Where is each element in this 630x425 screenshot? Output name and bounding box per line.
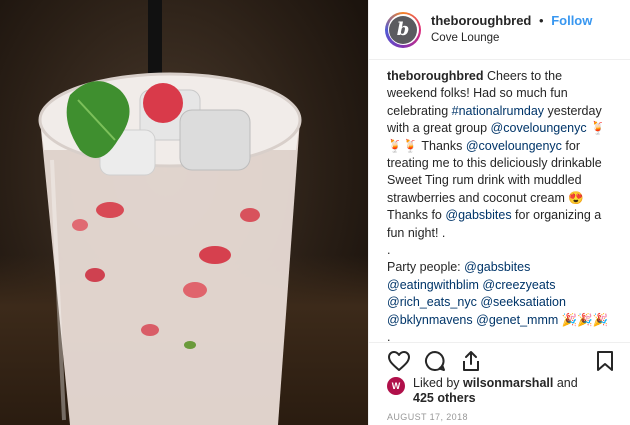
caption-dot: . [387, 243, 391, 258]
caption-text: Thanks fo [387, 208, 446, 223]
caption-username[interactable]: theboroughbred [387, 69, 484, 83]
strawberry [143, 83, 183, 123]
action-bar [369, 342, 630, 376]
likes-prefix: Liked by [413, 376, 464, 390]
mention-link[interactable]: @coveloungenyc [466, 139, 562, 153]
comment-icon[interactable] [423, 349, 447, 373]
share-icon[interactable] [459, 349, 483, 373]
separator-dot: • [539, 13, 544, 28]
likes-summary: W Liked by wilsonmarshall and 425 others [387, 376, 617, 406]
ice-cube [179, 109, 251, 171]
likes-and: and [553, 376, 578, 390]
party-emoji: 🎉🎉🎉 [561, 312, 609, 327]
post-panel: b theboroughbred • Follow Cove Lounge th… [368, 0, 630, 425]
post-header: b theboroughbred • Follow Cove Lounge [369, 0, 630, 60]
post-date[interactable]: AUGUST 17, 2018 [387, 412, 468, 422]
avatar[interactable]: b [385, 11, 421, 48]
post-photo[interactable] [0, 0, 368, 425]
drink-illustration [38, 0, 302, 425]
liker-avatar[interactable]: W [387, 377, 405, 395]
username[interactable]: theboroughbred [431, 13, 531, 28]
mention-link[interactable]: @genet_mmm [476, 313, 558, 327]
caption-emoji: 😍 [568, 190, 584, 205]
mention-link[interactable]: @creezyeats [482, 278, 555, 292]
mention-link[interactable]: @eatingwithblim [387, 278, 479, 292]
location-link[interactable]: Cove Lounge [431, 30, 592, 47]
party-label: Party people: [387, 260, 465, 275]
mention-link[interactable]: @gabsbites [445, 208, 511, 222]
mention-link[interactable]: @bklynmavens [387, 313, 473, 327]
caption-text: Thanks [421, 138, 466, 153]
likes-others-link[interactable]: 425 others [413, 391, 476, 405]
follow-button[interactable]: Follow [551, 13, 592, 28]
liker-username[interactable]: wilsonmarshall [463, 376, 553, 390]
bookmark-icon[interactable] [593, 349, 617, 373]
avatar-logo: b [389, 15, 417, 44]
mention-link[interactable]: @coveloungenyc [491, 121, 587, 135]
hashtag-link[interactable]: #nationalrumday [452, 104, 544, 118]
mention-link[interactable]: @seeksatiation [480, 295, 566, 309]
straw [148, 0, 162, 85]
caption-dot: . [387, 330, 391, 342]
mention-link[interactable]: @rich_eats_nyc [387, 295, 477, 309]
heart-icon[interactable] [387, 349, 411, 373]
post-caption: theboroughbred Cheers to the weekend fol… [369, 60, 630, 342]
mention-link[interactable]: @gabsbites [464, 260, 530, 274]
